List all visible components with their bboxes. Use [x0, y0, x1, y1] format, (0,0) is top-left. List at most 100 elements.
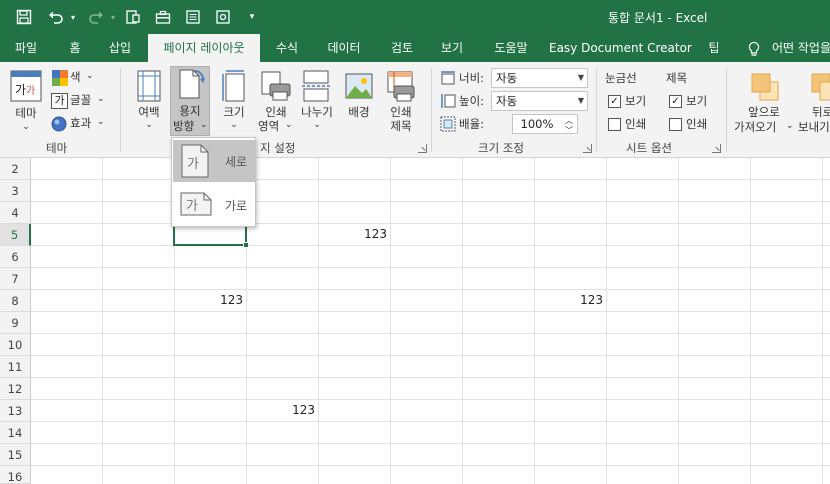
scale-down-icon[interactable]: ﹀	[565, 122, 573, 140]
tab-page-layout[interactable]: 페이지 레이아웃	[148, 34, 260, 62]
briefcase-icon[interactable]	[151, 6, 175, 28]
group-label-page-setup: 지 설정	[260, 141, 296, 155]
orientation-landscape-item[interactable]: 가 가로	[173, 184, 255, 226]
fonts-icon[interactable]: 가	[51, 93, 68, 109]
cell-D13[interactable]: 123	[246, 399, 318, 421]
background-label[interactable]: 배경	[340, 105, 378, 120]
sheet-options-launcher-icon[interactable]	[712, 144, 721, 153]
themes-label[interactable]: 테마	[8, 106, 44, 121]
width-select[interactable]: 자동 ▼	[491, 68, 588, 88]
lightbulb-icon[interactable]	[744, 34, 764, 62]
fonts-dropdown-icon[interactable]: ⌄	[97, 92, 105, 107]
gridlines-print-checkbox[interactable]	[608, 118, 621, 131]
tab-review[interactable]: 검토	[382, 34, 422, 62]
row-header-6[interactable]: 6	[0, 246, 31, 268]
print-titles-icon[interactable]	[386, 70, 416, 102]
tab-data[interactable]: 데이터	[318, 34, 370, 62]
row-header-12[interactable]: 12	[0, 378, 31, 400]
margins-dropdown-icon[interactable]: ⌄	[132, 118, 166, 133]
breaks-dropdown-icon[interactable]: ⌄	[296, 118, 338, 133]
effects-label[interactable]: 효과	[70, 116, 91, 131]
colors-label[interactable]: 색	[70, 70, 81, 85]
fill-handle[interactable]	[243, 242, 249, 248]
redo-icon[interactable]	[84, 6, 108, 28]
headings-print-label[interactable]: 인쇄	[686, 117, 707, 132]
row-header-8[interactable]: 8	[0, 290, 31, 312]
print-titles-label-line1[interactable]: 인쇄	[381, 105, 421, 120]
row-header-14[interactable]: 14	[0, 422, 31, 444]
tab-file[interactable]: 파일	[6, 34, 46, 62]
headings-view-label[interactable]: 보기	[686, 94, 707, 109]
headings-print-checkbox[interactable]	[669, 118, 682, 131]
send-backward-label-line1[interactable]: 뒤로	[812, 105, 830, 120]
row-header-5[interactable]: 5	[0, 224, 31, 246]
scale-to-fit-launcher-icon[interactable]	[583, 144, 592, 153]
margins-icon[interactable]	[136, 70, 162, 102]
tab-insert[interactable]: 삽입	[100, 34, 140, 62]
row-header-7[interactable]: 7	[0, 268, 31, 290]
gridlines-view-label[interactable]: 보기	[625, 94, 646, 109]
colors-dropdown-icon[interactable]: ⌄	[86, 69, 94, 84]
tab-help[interactable]: 도움말	[484, 34, 538, 62]
fonts-label[interactable]: 글꼴	[70, 93, 91, 108]
print-area-label-line2[interactable]: 영역	[258, 119, 279, 134]
cell-H8[interactable]: 123	[534, 289, 606, 311]
row-header-16[interactable]: 16	[0, 466, 31, 484]
bring-forward-icon[interactable]	[750, 72, 780, 102]
row-header-3[interactable]: 3	[0, 180, 31, 202]
orientation-portrait-item[interactable]: 가 세로	[173, 140, 255, 182]
tab-tips[interactable]: 팁	[700, 34, 728, 62]
bring-forward-label-line1[interactable]: 앞으로	[734, 105, 794, 120]
save-icon[interactable]	[12, 6, 36, 28]
print-area-icon[interactable]	[260, 70, 292, 102]
background-icon[interactable]	[345, 70, 373, 102]
tell-me-search[interactable]: 어떤 작업을	[772, 34, 830, 62]
height-select[interactable]: 자동 ▼	[491, 91, 588, 111]
gridlines-view-checkbox[interactable]: ✓	[608, 95, 621, 108]
width-dropdown-icon[interactable]: ▼	[578, 69, 584, 87]
print-area-dropdown-icon[interactable]: ⌄	[285, 118, 293, 133]
cell-E5[interactable]: 123	[318, 223, 390, 245]
cell-C8[interactable]: 123	[174, 289, 246, 311]
row-header-10[interactable]: 10	[0, 334, 31, 356]
effects-icon[interactable]	[51, 116, 67, 132]
colors-icon[interactable]	[52, 70, 68, 86]
headings-view-checkbox[interactable]: ✓	[669, 95, 682, 108]
form-icon[interactable]	[121, 6, 145, 28]
send-backward-label-line2[interactable]: 보내기	[798, 120, 830, 135]
orientation-label-line2: 방향	[173, 119, 195, 133]
print-titles-label-line2[interactable]: 제목	[381, 119, 421, 134]
themes-icon[interactable]: 가가	[10, 70, 42, 104]
bring-forward-dropdown-icon[interactable]: ⌄	[786, 119, 794, 134]
bring-forward-label-line2[interactable]: 가져오기	[734, 120, 776, 135]
row-header-2[interactable]: 2	[0, 158, 31, 180]
customize-quick-access-icon[interactable]: ▾	[246, 6, 258, 28]
size-icon[interactable]	[222, 70, 246, 102]
effects-dropdown-icon[interactable]: ⌄	[97, 115, 105, 130]
row-header-13[interactable]: 13	[0, 400, 31, 422]
document-icon[interactable]	[181, 6, 205, 28]
tab-home[interactable]: 홈	[58, 34, 92, 62]
size-dropdown-icon[interactable]: ⌄	[216, 118, 252, 133]
worksheet-grid[interactable]: 2 3 4 5 6 7 8 9 10 11 12 13 14 15 16 123…	[0, 158, 830, 484]
themes-dropdown-icon[interactable]: ⌄	[8, 120, 44, 135]
breaks-icon[interactable]	[302, 70, 330, 102]
row-header-11[interactable]: 11	[0, 356, 31, 378]
redo-dropdown-icon[interactable]: ▾	[108, 6, 118, 28]
tab-view[interactable]: 보기	[432, 34, 472, 62]
settings-icon[interactable]	[211, 6, 235, 28]
row-header-9[interactable]: 9	[0, 312, 31, 334]
tab-formulas[interactable]: 수식	[266, 34, 308, 62]
row-header-15[interactable]: 15	[0, 444, 31, 466]
row-header-4[interactable]: 4	[0, 202, 31, 224]
gridlines-print-label[interactable]: 인쇄	[625, 117, 646, 132]
undo-dropdown-icon[interactable]: ▾	[68, 6, 78, 28]
height-dropdown-icon[interactable]: ▼	[578, 92, 584, 110]
undo-icon[interactable]	[44, 6, 68, 28]
row-gridline	[31, 201, 830, 202]
page-setup-launcher-icon[interactable]	[418, 144, 427, 153]
send-backward-icon[interactable]	[810, 72, 830, 102]
column-gridline	[678, 158, 679, 484]
scale-spinner[interactable]: 100% ︿ ﹀	[512, 114, 578, 135]
tab-easy-document-creator[interactable]: Easy Document Creator	[549, 34, 692, 62]
